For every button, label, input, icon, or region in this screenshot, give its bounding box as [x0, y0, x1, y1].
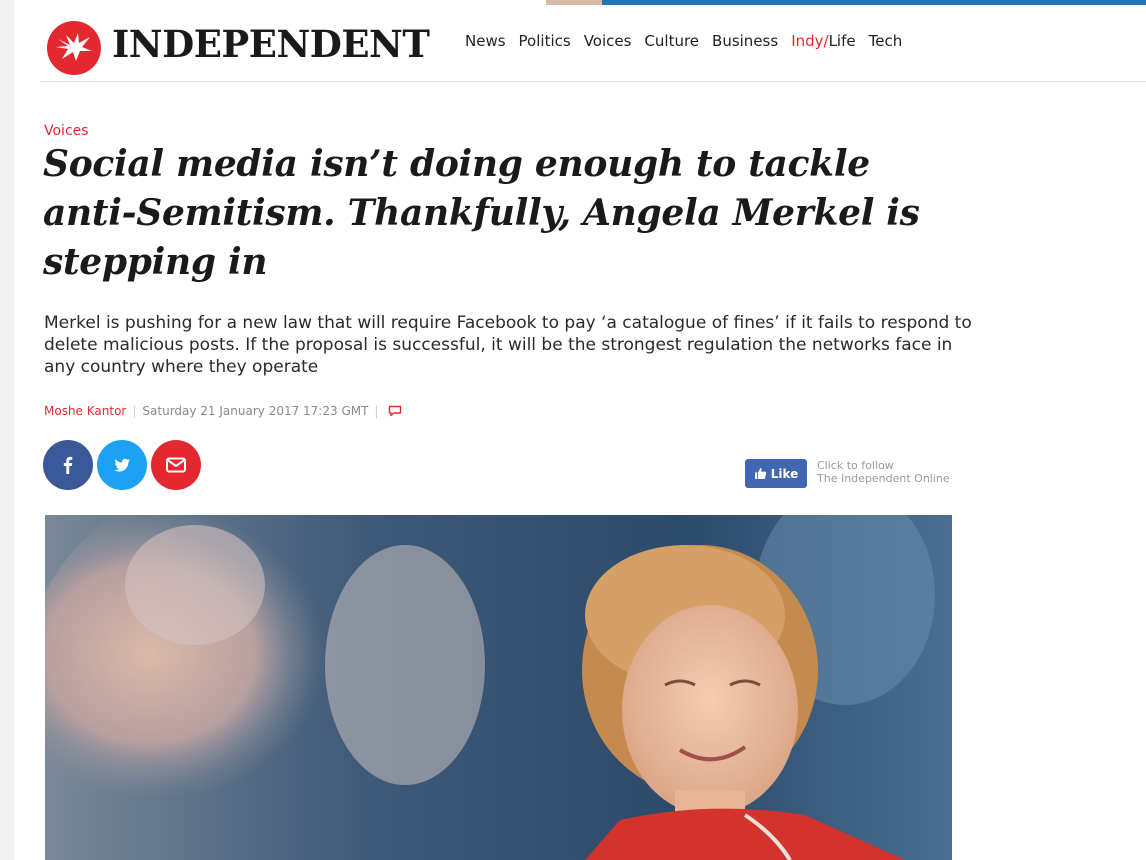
share-email-button[interactable] [151, 440, 201, 490]
nav-item-voices[interactable]: Voices [584, 32, 632, 50]
nav-item-business[interactable]: Business [712, 32, 778, 50]
byline-separator-2: | [374, 404, 379, 418]
follow-line-1: Click to follow [817, 459, 894, 472]
publish-date: Saturday 21 January 2017 17:23 GMT [142, 404, 369, 418]
main-nav: News Politics Voices Culture Business In… [465, 32, 915, 50]
mail-icon [166, 457, 186, 473]
byline-separator: | [132, 404, 137, 418]
site-header: INDEPENDENT News Politics Voices Culture… [40, 14, 1146, 82]
article-hero-image[interactable] [45, 515, 952, 860]
article-headline: Social media isn’t doing enough to tackl… [43, 143, 920, 283]
nav-item-news[interactable]: News [465, 32, 506, 50]
nav-item-politics[interactable]: Politics [519, 32, 571, 50]
twitter-icon [114, 458, 130, 472]
facebook-icon [63, 456, 73, 474]
follow-text: Click to follow The Independent Online [817, 459, 950, 485]
author-link[interactable]: Moshe Kantor [44, 404, 126, 418]
article-byline: Moshe Kantor | Saturday 21 January 2017 … [44, 404, 402, 418]
top-accent-bar-tan [546, 0, 602, 5]
nav-item-indy-life[interactable]: Indy/Life [791, 32, 855, 50]
top-accent-bar-blue [602, 0, 1146, 5]
share-twitter-button[interactable] [97, 440, 147, 490]
left-page-shade [0, 0, 14, 860]
follow-line-2: The Independent Online [817, 472, 950, 485]
nav-item-tech[interactable]: Tech [869, 32, 903, 50]
site-logo-text[interactable]: INDEPENDENT [112, 21, 430, 67]
article-standfirst: Merkel is pushing for a new law that wil… [44, 313, 972, 377]
eagle-logo-icon[interactable] [47, 21, 101, 75]
comment-icon[interactable] [388, 405, 402, 417]
share-facebook-button[interactable] [43, 440, 93, 490]
thumbs-up-icon [754, 468, 766, 479]
nav-item-culture[interactable]: Culture [644, 32, 699, 50]
section-link-voices[interactable]: Voices [44, 123, 89, 139]
facebook-like-button[interactable]: Like [745, 459, 807, 488]
share-buttons [43, 440, 201, 490]
nav-indy-label: Indy/ [791, 32, 829, 50]
nav-life-label: Life [828, 32, 856, 50]
like-label: Like [770, 466, 799, 481]
